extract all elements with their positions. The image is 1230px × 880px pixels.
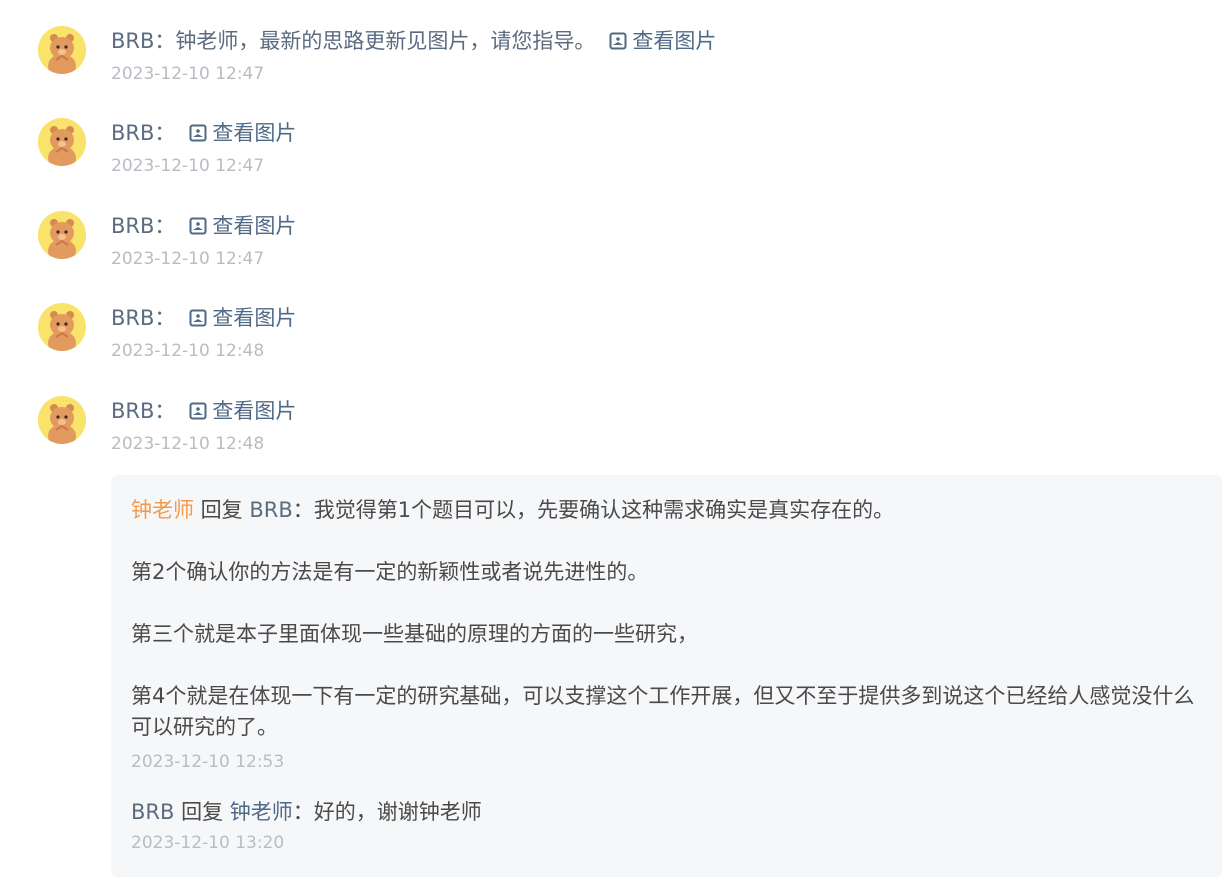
timestamp: 2023-12-10 12:47: [111, 249, 265, 269]
reply-paragraph: 第三个就是本子里面体现一些基础的原理的方面的一些研究，: [131, 622, 698, 646]
reply-first-paragraph: 钟老师 回复 BRB：我觉得第1个题目可以，先要确认这种需求确实是真实存在的。: [131, 495, 1206, 526]
view-image-label: 查看图片: [632, 29, 717, 53]
image-icon: [189, 402, 207, 420]
timestamp: 2023-12-10 12:48: [111, 434, 265, 454]
comment-item: BRB： 查看图片 2023-12-10 12:47: [0, 118, 1230, 210]
bear-avatar-icon: [38, 26, 86, 74]
separator: ：: [292, 498, 314, 522]
avatar[interactable]: [38, 303, 86, 351]
comment-text: 钟老师，最新的思路更新见图片，请您指导。: [175, 29, 596, 53]
timestamp: 2023-12-10 12:47: [111, 156, 265, 176]
bear-avatar-icon: [38, 303, 86, 351]
image-icon: [609, 32, 627, 50]
timestamp: 2023-12-10 12:53: [131, 752, 285, 772]
separator: ：: [154, 121, 176, 145]
reply-text: 好的，谢谢钟老师: [313, 800, 482, 824]
reply-paragraph: 第4个就是在体现一下有一定的研究基础，可以支撑这个工作开展，但又不至于提供多到说…: [131, 684, 1195, 739]
view-image-link[interactable]: 查看图片: [609, 29, 716, 53]
view-image-label: 查看图片: [212, 306, 297, 330]
reply-item: 钟老师 回复 BRB：我觉得第1个题目可以，先要确认这种需求确实是真实存在的。 …: [131, 495, 1206, 775]
view-image-link[interactable]: 查看图片: [189, 306, 296, 330]
view-image-link[interactable]: 查看图片: [189, 399, 296, 423]
avatar[interactable]: [38, 26, 86, 74]
author-name[interactable]: BRB: [111, 29, 154, 53]
view-image-link[interactable]: 查看图片: [189, 121, 296, 145]
avatar[interactable]: [38, 211, 86, 259]
view-image-label: 查看图片: [212, 399, 297, 423]
separator: ：: [154, 399, 176, 423]
reply-target[interactable]: 钟老师: [230, 800, 293, 824]
comment-item: BRB： 查看图片 2023-12-10 12:47: [0, 211, 1230, 303]
comment-line: BRB： 查看图片: [111, 396, 296, 426]
separator: ：: [154, 306, 176, 330]
comment-line: BRB： 查看图片: [111, 118, 296, 148]
separator: ：: [154, 214, 176, 238]
comment-item: BRB：钟老师，最新的思路更新见图片，请您指导。 查看图片 2023-12-10 …: [0, 26, 1230, 118]
image-icon: [189, 217, 207, 235]
bear-avatar-icon: [38, 211, 86, 259]
comment-thread: BRB：钟老师，最新的思路更新见图片，请您指导。 查看图片 2023-12-10 …: [0, 0, 1230, 880]
timestamp: 2023-12-10 13:20: [131, 833, 285, 853]
separator: ：: [292, 800, 314, 824]
bear-avatar-icon: [38, 396, 86, 444]
reply-verb: 回复: [194, 498, 250, 522]
comment-line: BRB：钟老师，最新的思路更新见图片，请您指导。 查看图片: [111, 26, 716, 56]
reply-verb: 回复: [174, 800, 230, 824]
bear-avatar-icon: [38, 118, 86, 166]
author-name[interactable]: BRB: [111, 306, 154, 330]
reply-line: BRB 回复 钟老师：好的，谢谢钟老师: [131, 797, 482, 828]
reply-box: 钟老师 回复 BRB：我觉得第1个题目可以，先要确认这种需求确实是真实存在的。 …: [111, 475, 1222, 877]
reply-paragraph: 第2个确认你的方法是有一定的新颖性或者说先进性的。: [131, 560, 649, 584]
comment-line: BRB： 查看图片: [111, 303, 296, 333]
view-image-label: 查看图片: [212, 214, 297, 238]
avatar[interactable]: [38, 396, 86, 444]
separator: ：: [154, 29, 176, 53]
reply-text: 我觉得第1个题目可以，先要确认这种需求确实是真实存在的。: [313, 498, 895, 522]
view-image-link[interactable]: 查看图片: [189, 214, 296, 238]
image-icon: [189, 124, 207, 142]
author-name[interactable]: BRB: [111, 214, 154, 238]
timestamp: 2023-12-10 12:47: [111, 64, 265, 84]
author-name[interactable]: BRB: [111, 121, 154, 145]
reply-target[interactable]: BRB: [249, 498, 292, 522]
reply-author[interactable]: BRB: [131, 800, 174, 824]
reply-author[interactable]: 钟老师: [131, 498, 194, 522]
image-icon: [189, 309, 207, 327]
comment-item: BRB： 查看图片 2023-12-10 12:48: [0, 303, 1230, 395]
reply-item: BRB 回复 钟老师：好的，谢谢钟老师 2023-12-10 13:20: [131, 797, 482, 856]
avatar[interactable]: [38, 118, 86, 166]
view-image-label: 查看图片: [212, 121, 297, 145]
comment-line: BRB： 查看图片: [111, 211, 296, 241]
author-name[interactable]: BRB: [111, 399, 154, 423]
timestamp: 2023-12-10 12:48: [111, 341, 265, 361]
